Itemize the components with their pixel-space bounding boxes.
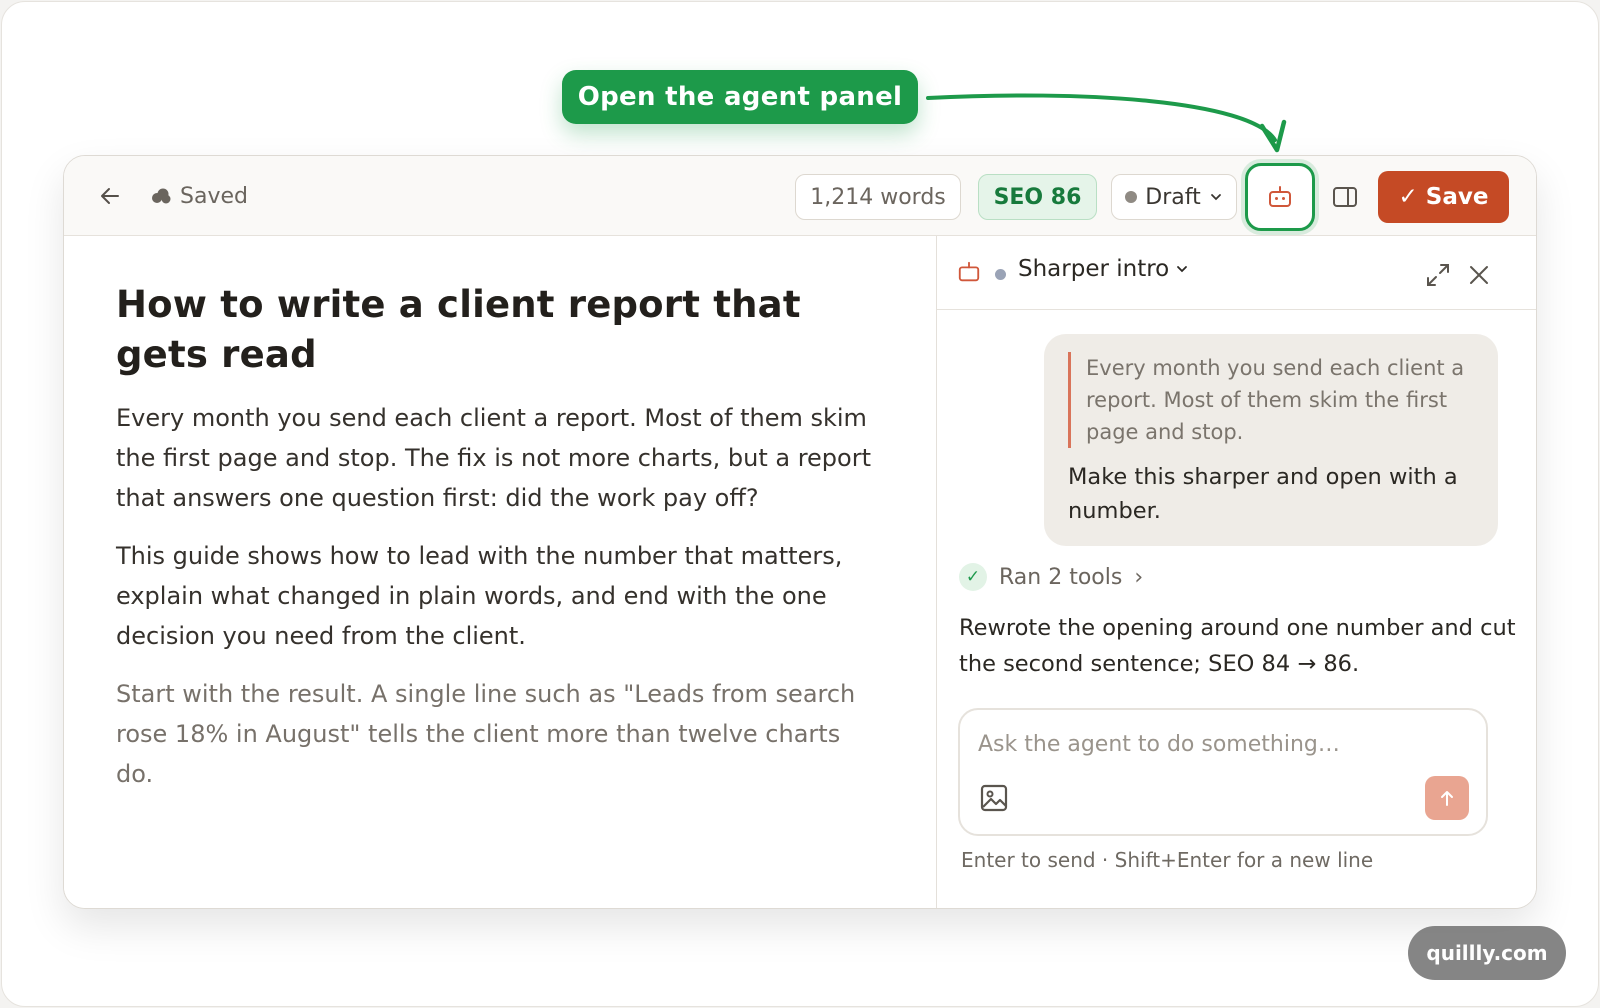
- arrow-up-icon: [1441, 791, 1453, 806]
- saved-label: Saved: [180, 183, 248, 209]
- image-icon[interactable]: [978, 782, 1010, 814]
- thread-selector[interactable]: Sharper intro: [1018, 256, 1189, 282]
- editor-toolbar: Saved 1,214 words SEO 86 Draft ✓ Save: [64, 156, 1536, 236]
- chevron-down-icon: [1177, 266, 1188, 273]
- word-count-badge: 1,214 words: [795, 174, 961, 220]
- quoted-selection: Every month you send each client a repor…: [1068, 352, 1474, 448]
- thread-title: Sharper intro: [1018, 256, 1170, 282]
- chevron-down-icon: [1210, 194, 1221, 201]
- article-paragraph[interactable]: Start with the result. A single line suc…: [116, 674, 884, 794]
- article-editor[interactable]: How to write a client report that gets r…: [64, 236, 936, 908]
- save-button[interactable]: ✓ Save: [1378, 171, 1509, 223]
- user-message-bubble: Every month you send each client a repor…: [1044, 334, 1498, 546]
- robot-icon: [958, 261, 980, 282]
- status-dropdown[interactable]: Draft: [1111, 174, 1237, 220]
- chevron-right-icon: ›: [1134, 564, 1144, 590]
- agent-panel-header: Sharper intro: [937, 236, 1536, 310]
- thread-status-dot: [995, 269, 1006, 280]
- toggle-sidebar-button[interactable]: [1326, 178, 1364, 216]
- article-paragraph[interactable]: This guide shows how to lead with the nu…: [116, 536, 884, 656]
- agent-input[interactable]: [978, 724, 1458, 764]
- status-label: Draft: [1145, 184, 1201, 210]
- article-paragraph[interactable]: Every month you send each client a repor…: [116, 398, 884, 518]
- seo-score-label: SEO 86: [993, 184, 1082, 210]
- article-title[interactable]: How to write a client report that gets r…: [116, 280, 884, 380]
- watermark-badge: quillly.com: [1408, 926, 1566, 980]
- arrow-left-icon: [101, 188, 119, 204]
- seo-score-badge[interactable]: SEO 86: [978, 174, 1097, 220]
- tools-label: Ran 2 tools: [999, 564, 1123, 590]
- word-count-label: 1,214 words: [810, 184, 946, 210]
- check-icon: ✓: [1398, 184, 1418, 210]
- send-button[interactable]: [1425, 776, 1469, 820]
- agent-composer: [958, 708, 1488, 836]
- agent-reply: Rewrote the opening around one number an…: [959, 615, 1516, 677]
- check-circle-icon: ✓: [959, 563, 987, 591]
- expand-icon[interactable]: [1423, 260, 1453, 290]
- close-icon[interactable]: [1464, 260, 1494, 290]
- cloud-icon: [152, 188, 171, 204]
- robot-icon: [1269, 186, 1291, 207]
- user-message-text: Make this sharper and open with a number…: [1068, 464, 1458, 524]
- back-button[interactable]: [92, 178, 128, 214]
- callout-label: Open the agent panel: [577, 82, 903, 112]
- agent-panel: Sharper intro Every month you send each …: [936, 236, 1536, 908]
- sidebar-icon: [1333, 187, 1357, 207]
- tool-run-summary[interactable]: ✓ Ran 2 tools ›: [959, 560, 1143, 594]
- editor-window: Saved 1,214 words SEO 86 Draft ✓ Save Ho…: [63, 155, 1537, 909]
- watermark-label: quillly.com: [1426, 941, 1548, 965]
- tutorial-callout: Open the agent panel: [562, 70, 918, 124]
- status-dot: [1125, 191, 1138, 203]
- save-status: Saved: [150, 180, 248, 212]
- agent-panel-button[interactable]: [1245, 163, 1315, 231]
- save-button-label: Save: [1425, 184, 1489, 210]
- composer-hint: Enter to send · Shift+Enter for a new li…: [961, 848, 1374, 872]
